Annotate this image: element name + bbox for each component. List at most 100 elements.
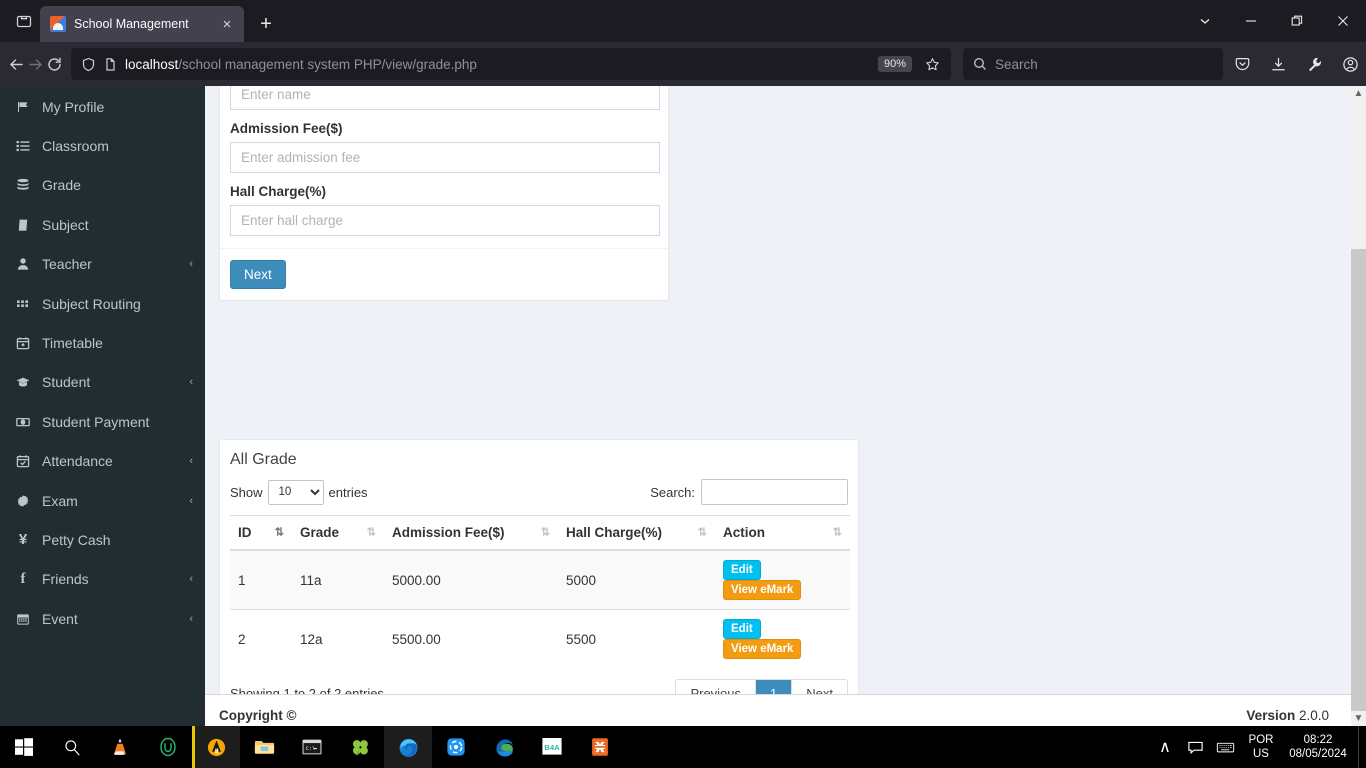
page-info-icon[interactable] (103, 57, 118, 72)
view-emark-button[interactable]: View eMark (723, 580, 802, 600)
window-controls (1182, 0, 1366, 42)
column-header-action[interactable]: Action ⇅ (715, 515, 850, 551)
close-window-button[interactable] (1320, 1, 1366, 41)
table-row: 2 12a 5500.00 5500 EditView eMark (230, 609, 850, 668)
maximize-button[interactable] (1274, 1, 1320, 41)
sidebar-item-student[interactable]: Student ‹ (0, 363, 205, 402)
shield-icon[interactable] (81, 57, 96, 72)
hall-charge-input[interactable] (230, 205, 660, 236)
next-button[interactable]: Next (230, 260, 286, 289)
url-path: /school management system PHP/view/grade… (178, 56, 477, 72)
column-header-id[interactable]: ID ⇅ (230, 515, 292, 551)
gear-icon (14, 494, 32, 508)
copyright-line-1: Copyright © (219, 708, 297, 723)
sidebar-item-petty-cash[interactable]: ¥ Petty Cash (0, 520, 205, 559)
minimize-button[interactable] (1228, 1, 1274, 41)
account-icon[interactable] (1333, 47, 1366, 81)
close-tab-icon[interactable]: × (216, 13, 238, 35)
table-search-input[interactable] (701, 479, 848, 505)
sidebar-item-label: Event (42, 610, 78, 627)
sidebar-item-timetable[interactable]: Timetable (0, 323, 205, 362)
flag-icon (14, 100, 32, 114)
language-indicator[interactable]: POR US (1240, 733, 1282, 761)
page-length-select[interactable]: 10 25 50 100 (267, 479, 324, 505)
calendar-check-icon (14, 454, 32, 468)
back-icon[interactable] (8, 47, 25, 81)
action-center-icon[interactable] (1180, 726, 1210, 768)
cell-hall-charge: 5500 (558, 609, 715, 668)
sidebar-item-student-payment[interactable]: Student Payment (0, 402, 205, 441)
zoom-level-badge[interactable]: 90% (877, 56, 912, 72)
table-header-row: ID ⇅ Grade ⇅ Admission Fee($) ⇅ Hall Cha… (230, 515, 850, 551)
sidebar-item-classroom[interactable]: Classroom (0, 126, 205, 165)
tab-title: School Management (74, 17, 189, 31)
cell-hall-charge: 5000 (558, 549, 715, 610)
column-header-grade[interactable]: Grade ⇅ (292, 515, 384, 551)
sidebar-item-subject-routing[interactable]: Subject Routing (0, 284, 205, 323)
edit-button[interactable]: Edit (723, 560, 761, 580)
pocket-icon[interactable] (1225, 47, 1259, 81)
browser-window: School Management × + localhost/school m… (0, 0, 1366, 726)
show-desktop-button[interactable] (1358, 726, 1366, 768)
wrench-icon[interactable] (1297, 47, 1331, 81)
show-hidden-icons-icon[interactable]: ∧ (1150, 726, 1180, 768)
sidebar-item-label: My Profile (42, 98, 105, 115)
sidebar-item-my-profile[interactable]: My Profile (0, 87, 205, 126)
grade-name-input[interactable] (230, 86, 660, 110)
vlc-taskbar-button[interactable] (96, 726, 144, 768)
vertical-scroll-thumb[interactable] (1351, 249, 1366, 711)
touch-keyboard-icon[interactable] (1210, 726, 1240, 768)
sidebar-item-subject[interactable]: Subject (0, 205, 205, 244)
clover-taskbar-button[interactable] (336, 726, 384, 768)
scroll-up-icon[interactable]: ▲ (1351, 86, 1366, 101)
version-info: Version 2.0.0 (1246, 708, 1329, 723)
sidebar-item-attendance[interactable]: Attendance ‹ (0, 442, 205, 481)
sidebar-item-label: Petty Cash (42, 531, 111, 548)
nextcloud-taskbar-button[interactable] (432, 726, 480, 768)
list-all-tabs-chevron-icon[interactable] (1182, 1, 1228, 41)
svg-text:B4A: B4A (544, 743, 560, 752)
form-group-name (230, 86, 660, 110)
forward-icon[interactable] (27, 47, 44, 81)
firefox-taskbar-button[interactable] (384, 726, 432, 768)
reload-icon[interactable] (46, 47, 63, 81)
explorer-taskbar-button[interactable] (240, 726, 288, 768)
aimp-taskbar-button[interactable] (192, 726, 240, 768)
terminal-taskbar-button[interactable]: C:\ (288, 726, 336, 768)
chevron-left-icon: ‹ (189, 573, 193, 586)
sidebar-item-exam[interactable]: Exam ‹ (0, 481, 205, 520)
browser-search-bar[interactable]: Search (963, 48, 1223, 80)
admission-fee-label: Admission Fee($) (230, 121, 343, 136)
search-taskbar-button[interactable] (48, 726, 96, 768)
new-tab-button[interactable]: + (250, 8, 282, 40)
ucbrowser-taskbar-button[interactable] (144, 726, 192, 768)
list-all-tabs-icon[interactable] (8, 0, 40, 42)
version-label: Version (1246, 708, 1296, 723)
sidebar-item-friends[interactable]: f Friends ‹ (0, 560, 205, 599)
page-vertical-scrollbar[interactable]: ▲ ▼ (1351, 86, 1366, 726)
edge-taskbar-button[interactable] (480, 726, 528, 768)
bookmark-star-icon[interactable] (919, 51, 945, 77)
address-bar[interactable]: localhost/school management system PHP/v… (71, 48, 951, 80)
datatable-controls: Show 10 25 50 100 entries Search: (220, 473, 858, 515)
b4a-taskbar-button[interactable]: B4A (528, 726, 576, 768)
start-button[interactable] (0, 726, 48, 768)
sidebar-item-event[interactable]: Event ‹ (0, 599, 205, 638)
sort-icon: ⇅ (697, 526, 707, 538)
admission-fee-input[interactable] (230, 142, 660, 173)
browser-tab[interactable]: School Management × (40, 6, 244, 42)
sidebar-item-label: Student (42, 374, 91, 391)
xampp-taskbar-button[interactable] (576, 726, 624, 768)
scroll-down-icon[interactable]: ▼ (1351, 711, 1366, 726)
language-line-1: POR (1248, 734, 1274, 746)
view-emark-button[interactable]: View eMark (723, 639, 802, 659)
column-header-hall-charge[interactable]: Hall Charge(%) ⇅ (558, 515, 715, 551)
column-header-admission-fee[interactable]: Admission Fee($) ⇅ (384, 515, 558, 551)
sidebar-item-teacher[interactable]: Teacher ‹ (0, 245, 205, 284)
clock[interactable]: 08:22 08/05/2024 (1282, 733, 1358, 761)
edit-button[interactable]: Edit (723, 619, 761, 639)
graduation-cap-icon (14, 375, 32, 389)
sort-icon: ⇅ (832, 526, 842, 538)
sidebar-item-grade[interactable]: Grade (0, 166, 205, 205)
downloads-icon[interactable] (1261, 47, 1295, 81)
